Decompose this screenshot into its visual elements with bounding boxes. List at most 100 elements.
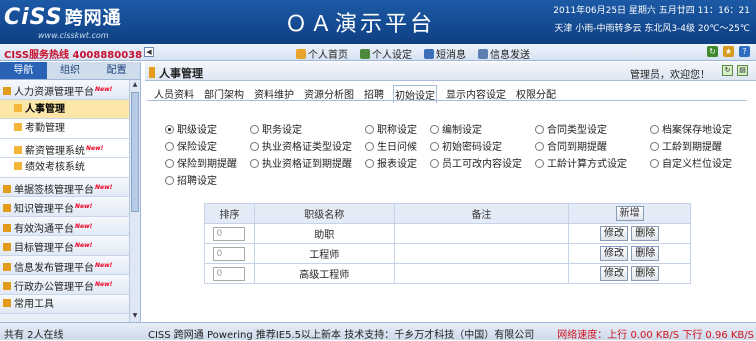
radio-button-icon[interactable] — [250, 142, 259, 151]
scroll-down-icon[interactable]: ▼ — [131, 312, 139, 321]
table-row: 0 高级工程师 修改 删除 — [204, 263, 691, 284]
radio-button-icon[interactable] — [365, 142, 374, 151]
top-banner: CiSS 跨网通 www.cisskwt.com ＯＡ演示平台 2011年06月2… — [0, 0, 756, 44]
radio-button-icon[interactable] — [165, 159, 174, 168]
setting-option-radio[interactable]: 自定义栏位设定 — [650, 158, 750, 172]
sidebar-item[interactable]: 目标管理平台New! — [0, 236, 140, 256]
setting-option-label: 工龄到期提醒 — [662, 142, 722, 153]
setting-option-radio[interactable]: 合同类型设定 — [535, 124, 650, 138]
sidebar-item-label: 人事管理 — [25, 103, 65, 115]
setting-option-radio[interactable]: 职级设定 — [165, 124, 250, 138]
radio-button-icon[interactable] — [535, 142, 544, 151]
help-icon[interactable]: ? — [739, 46, 750, 57]
personal-home-link[interactable]: 个人首页 — [296, 46, 348, 61]
tab-organization[interactable]: 组织 — [47, 62, 94, 79]
folder-icon — [3, 262, 11, 271]
scroll-thumb[interactable] — [131, 92, 139, 212]
setting-option-radio[interactable]: 合同到期提醒 — [535, 141, 650, 155]
radio-button-icon[interactable] — [250, 159, 259, 168]
radio-button-icon[interactable] — [535, 159, 544, 168]
collapse-sidebar-button[interactable]: ◀ — [144, 47, 154, 57]
tab-navigation[interactable]: 导航 — [0, 62, 47, 79]
new-badge: New! — [75, 222, 93, 230]
sidebar-item[interactable]: 绩效考核系统 — [0, 158, 140, 178]
new-badge: New! — [75, 242, 93, 249]
user-settings-icon — [360, 49, 370, 59]
setting-option-radio[interactable]: 职称设定 — [365, 124, 430, 138]
radio-button-icon[interactable] — [165, 125, 174, 134]
setting-option-radio[interactable]: 生日问候 — [365, 141, 430, 155]
refresh-icon[interactable]: ↻ — [707, 46, 718, 57]
radio-button-icon[interactable] — [430, 142, 439, 151]
print-icon[interactable]: ▤ — [737, 65, 748, 76]
toolbar-links: 个人首页 个人设定 短消息 信息发送 — [296, 46, 530, 61]
personal-settings-link[interactable]: 个人设定 — [360, 46, 412, 61]
refresh-page-icon[interactable]: ↻ — [722, 65, 733, 76]
delete-button[interactable]: 删除 — [631, 246, 660, 261]
sidebar-item[interactable]: 考勤管理 — [0, 119, 140, 139]
setting-option-label: 工龄计算方式设定 — [547, 159, 627, 170]
sidebar-item[interactable]: 单据签核管理平台New! — [0, 177, 140, 197]
order-cell: 0 — [204, 243, 255, 264]
sidebar-item[interactable]: 信息发布管理平台New! — [0, 255, 140, 275]
scroll-up-icon[interactable]: ▲ — [131, 81, 139, 90]
radio-button-icon[interactable] — [650, 142, 659, 151]
sidebar-scrollbar[interactable]: ▲ ▼ — [129, 80, 140, 322]
setting-option-radio[interactable]: 招聘设定 — [165, 175, 250, 189]
page-title: 人事管理 — [149, 65, 203, 81]
star-icon[interactable]: ★ — [723, 46, 734, 57]
radio-button-icon[interactable] — [430, 125, 439, 134]
logo-url: www.cisskwt.com — [38, 31, 109, 40]
toolbar-icons: ↻ ★ ? — [707, 46, 750, 57]
setting-option-radio[interactable]: 员工可改内容设定 — [430, 158, 535, 172]
radio-button-icon[interactable] — [535, 125, 544, 134]
setting-option-radio[interactable]: 档案保存地设定 — [650, 124, 750, 138]
note-cell — [393, 243, 570, 264]
setting-option-radio[interactable]: 初始密码设定 — [430, 141, 535, 155]
sidebar-item[interactable]: 人事管理 — [0, 99, 140, 119]
radio-button-icon[interactable] — [165, 142, 174, 151]
home-icon — [296, 49, 306, 59]
setting-option-label: 职务设定 — [262, 125, 302, 136]
order-input[interactable]: 0 — [213, 266, 246, 281]
edit-button[interactable]: 修改 — [600, 226, 629, 241]
setting-option-radio[interactable]: 工龄计算方式设定 — [535, 158, 650, 172]
tab-configuration[interactable]: 配置 — [93, 62, 140, 79]
radio-button-icon[interactable] — [365, 125, 374, 134]
setting-option-radio[interactable]: 执业资格证到期提醒 — [250, 158, 365, 172]
radio-button-icon[interactable] — [650, 125, 659, 134]
col-note: 备注 — [393, 203, 570, 224]
sidebar-item[interactable]: 有效沟通平台New! — [0, 216, 140, 236]
setting-option-radio[interactable]: 工龄到期提醒 — [650, 141, 750, 155]
setting-option-radio[interactable]: 职务设定 — [250, 124, 365, 138]
sidebar-item[interactable]: 行政办公管理平台New! — [0, 275, 140, 295]
order-input[interactable]: 0 — [213, 246, 246, 261]
setting-option-radio[interactable]: 执业资格证类型设定 — [250, 141, 365, 155]
radio-button-icon[interactable] — [650, 159, 659, 168]
radio-button-icon[interactable] — [365, 159, 374, 168]
setting-option-label: 招聘设定 — [177, 176, 217, 187]
radio-button-icon[interactable] — [250, 125, 259, 134]
sidebar-item[interactable]: 薪资管理系统New! — [0, 138, 140, 158]
header-icons: ↻ ▤ — [722, 65, 748, 76]
delete-button[interactable]: 删除 — [631, 226, 660, 241]
radio-button-icon[interactable] — [165, 176, 174, 185]
messages-link[interactable]: 短消息 — [424, 46, 466, 61]
radio-button-icon[interactable] — [430, 159, 439, 168]
edit-button[interactable]: 修改 — [600, 266, 629, 281]
setting-option-radio[interactable]: 编制设定 — [430, 124, 535, 138]
sidebar-item[interactable]: 知识管理平台New! — [0, 197, 140, 217]
setting-option-radio[interactable]: 报表设定 — [365, 158, 430, 172]
order-input[interactable]: 0 — [213, 226, 246, 241]
sidebar-item[interactable]: 人力资源管理平台New! — [0, 80, 140, 100]
add-button[interactable]: 新增 — [615, 206, 644, 221]
edit-button[interactable]: 修改 — [600, 246, 629, 261]
sidebar-item[interactable]: 常用工具 — [0, 294, 140, 314]
setting-option-radio[interactable]: 保险到期提醒 — [165, 158, 250, 172]
level-name-cell: 工程师 — [253, 243, 395, 264]
actions-cell: 修改 删除 — [568, 223, 691, 244]
setting-option-radio[interactable]: 保险设定 — [165, 141, 250, 155]
delete-button[interactable]: 删除 — [631, 266, 660, 281]
send-info-link[interactable]: 信息发送 — [478, 46, 530, 61]
actions-cell: 修改 删除 — [568, 243, 691, 264]
